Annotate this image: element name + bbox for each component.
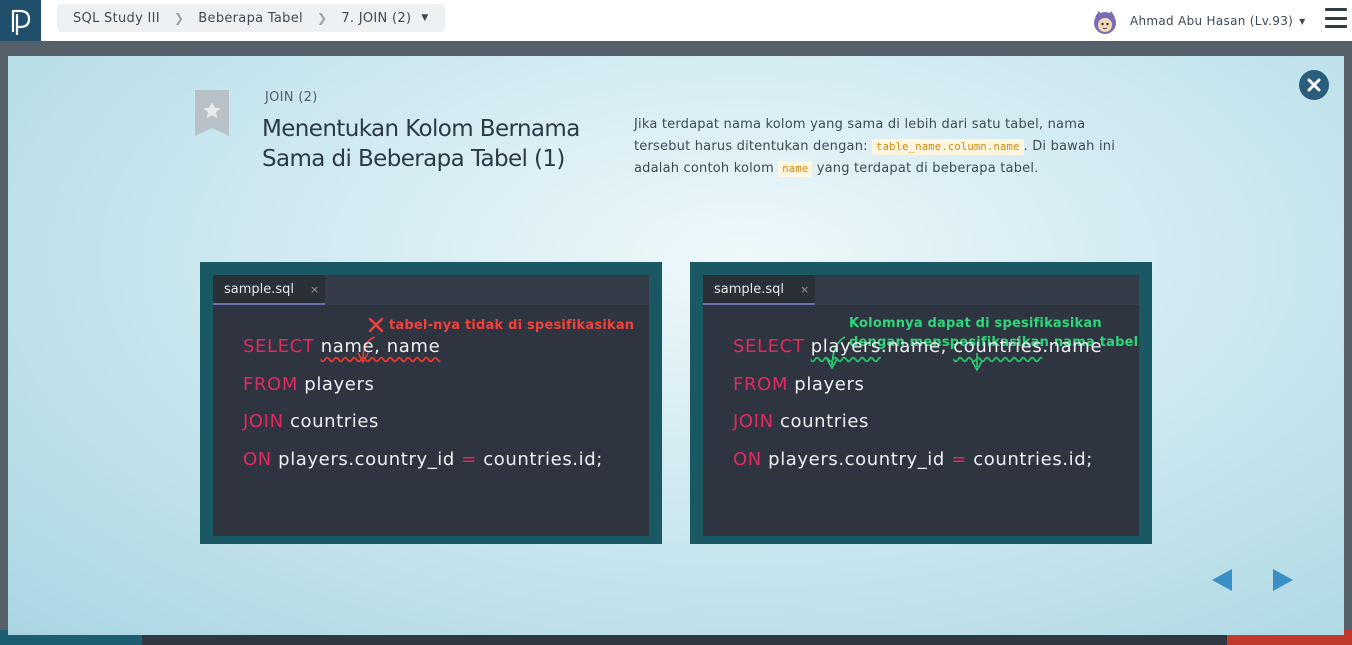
code-line: SELECT name, name [243, 332, 603, 370]
sql-keyword: JOIN [733, 411, 774, 432]
desc-code-1: table_name.column.name [872, 139, 1024, 155]
hamburger-menu-icon[interactable] [1325, 8, 1347, 28]
breadcrumb-lesson[interactable]: 7. JOIN (2) [341, 11, 411, 26]
code-line: ON players.country_id = countries.id; [243, 445, 603, 483]
sql-keyword: ON [733, 448, 762, 470]
breadcrumb: SQL Study III ❯ Beberapa Tabel ❯ 7. JOIN… [57, 4, 445, 32]
code-line: ON players.country_id = countries.id; [733, 445, 1102, 483]
sql-operator: = [951, 448, 967, 470]
triangle-left-icon[interactable] [1210, 568, 1234, 592]
desc-code-2: name [778, 161, 813, 177]
breadcrumb-section[interactable]: Beberapa Tabel [198, 11, 303, 26]
code-line: FROM players [733, 370, 1102, 408]
sql-text: players.country_id [768, 448, 945, 470]
ambiguous-columns: name, name [320, 336, 441, 357]
sql-text: players [794, 373, 865, 395]
sql-text: .name, [880, 336, 954, 357]
code-line: FROM players [243, 370, 603, 408]
avatar [1094, 11, 1116, 34]
table-prefix: countries [953, 336, 1043, 357]
sql-keyword: ON [243, 448, 272, 470]
slide-title-line-2: Sama di Beberapa Tabel (1) [262, 146, 565, 172]
sql-text: countries.id; [483, 448, 603, 470]
close-button[interactable] [1299, 70, 1329, 100]
slide-kicker: JOIN (2) [265, 90, 318, 105]
star-bookmark-icon [195, 90, 229, 136]
sql-operator: = [461, 448, 477, 470]
slide-description: Jika terdapat nama kolom yang sama di le… [634, 114, 1134, 180]
slide-title-line-1: Menentukan Kolom Bernama [262, 116, 580, 142]
sql-text: countries [289, 411, 380, 432]
sql-keyword: SELECT [243, 336, 315, 357]
user-name: Ahmad Abu Hasan (Lv.93) [1130, 14, 1294, 28]
code-editor-left: sample.sql × tabel-nya tidak di spesifik… [200, 262, 662, 544]
top-bar: SQL Study III ❯ Beberapa Tabel ❯ 7. JOIN… [0, 0, 1352, 41]
sql-text: .name [1042, 336, 1103, 357]
code-line: JOIN countries [243, 407, 603, 445]
code-line: SELECT players.name, countries.name [733, 332, 1102, 370]
caret-down-icon: ▼ [1299, 16, 1306, 26]
sql-text: countries.id; [973, 448, 1093, 470]
sql-keyword: FROM [243, 373, 298, 395]
user-menu[interactable]: Ahmad Abu Hasan (Lv.93) ▼ [1090, 5, 1306, 37]
slide-title: Menentukan Kolom Bernama Sama di Beberap… [262, 114, 612, 174]
sql-text: players.country_id [278, 448, 455, 470]
sql-text: players [304, 373, 375, 395]
slide-modal: JOIN (2) Menentukan Kolom Bernama Sama d… [8, 56, 1344, 635]
chevron-right-icon: ❯ [173, 11, 185, 25]
chevron-right-icon: ❯ [316, 11, 328, 25]
sql-text: countries [779, 411, 870, 432]
desc-text-3: yang terdapat di beberapa tabel. [812, 161, 1039, 176]
code-block: SELECT players.name, countries.name FROM… [733, 332, 1102, 482]
triangle-right-icon[interactable] [1271, 568, 1295, 592]
sql-keyword: SELECT [733, 336, 805, 357]
caret-down-icon[interactable]: ▼ [421, 13, 428, 23]
code-editor-right: sample.sql × Kolomnya dapat di spesifika… [690, 262, 1152, 544]
code-block: SELECT name, name FROM players JOIN coun… [243, 332, 603, 482]
sql-keyword: FROM [733, 373, 788, 395]
close-icon [1307, 78, 1321, 92]
progate-logo-icon[interactable] [0, 0, 41, 41]
table-prefix: players [810, 336, 881, 357]
sql-keyword: JOIN [243, 411, 284, 432]
code-line: JOIN countries [733, 407, 1102, 445]
background-footer [0, 634, 1352, 645]
breadcrumb-course[interactable]: SQL Study III [73, 11, 160, 26]
